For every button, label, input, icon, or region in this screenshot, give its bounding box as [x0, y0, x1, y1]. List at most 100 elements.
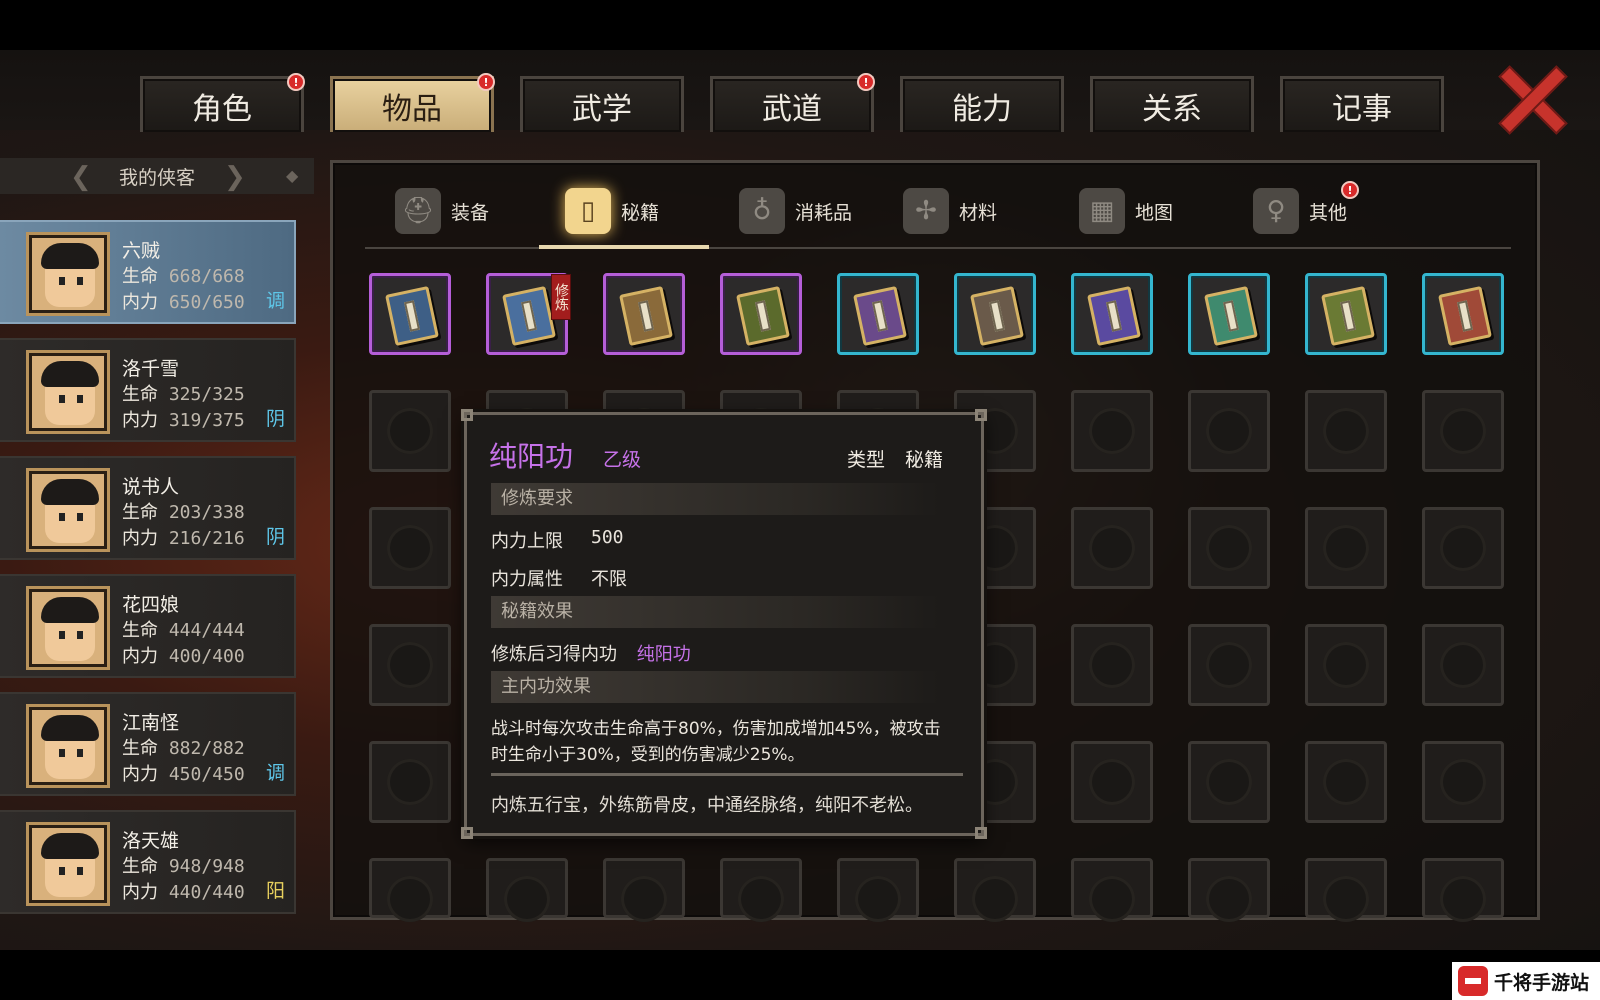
empty-slot[interactable]	[1305, 858, 1387, 922]
empty-slot[interactable]	[486, 858, 568, 922]
section-effect: 秘籍效果	[491, 596, 939, 628]
flavor-text: 内炼五行宝，外练筋骨皮，中通经脉络，纯阳不老松。	[491, 795, 923, 816]
inventory-item-slot[interactable]	[1422, 273, 1504, 355]
empty-slot[interactable]	[369, 624, 451, 706]
character-card[interactable]: 说书人 生命 203/338 内力 216/216 阴	[0, 456, 296, 560]
empty-slot[interactable]	[1071, 858, 1153, 922]
tab-6[interactable]: 记事	[1280, 76, 1444, 132]
avatar-eye	[59, 749, 65, 757]
empty-slot[interactable]	[1422, 390, 1504, 472]
tab-0[interactable]: 角色!	[140, 73, 305, 132]
empty-slot[interactable]	[1188, 741, 1270, 823]
tooltip-corner	[461, 409, 473, 421]
learned-skill: 纯阳功	[636, 644, 691, 665]
tab-5[interactable]: 关系	[1090, 76, 1254, 132]
empty-slot[interactable]	[1422, 741, 1504, 823]
yinyang-attr: 调	[266, 762, 286, 784]
avatar	[26, 822, 110, 906]
empty-slot[interactable]	[1071, 741, 1153, 823]
my-heroes-header: ❮ 我的侠客 ❯ ◆	[0, 158, 314, 194]
category-2[interactable]: ♁ 消耗品	[739, 183, 852, 239]
close-icon[interactable]	[1496, 62, 1566, 132]
empty-slot[interactable]	[369, 858, 451, 922]
mp-stat: 内力 450/450	[122, 764, 245, 785]
category-5[interactable]: ♀ 其他!	[1253, 181, 1359, 239]
character-card[interactable]: 六贼 生命 668/668 内力 650/650 调	[0, 220, 296, 324]
empty-slot[interactable]	[1305, 390, 1387, 472]
inventory-item-slot[interactable]	[1188, 273, 1270, 355]
category-0[interactable]: ⛑ 装备	[395, 183, 489, 239]
inventory-item-slot[interactable]	[954, 273, 1036, 355]
book-label	[754, 300, 772, 332]
misc-pendant-icon: ♀	[1253, 188, 1299, 234]
empty-slot[interactable]	[1188, 507, 1270, 589]
mp-stat: 内力 440/440	[122, 882, 245, 903]
character-card[interactable]: 洛千雪 生命 325/325 内力 319/375 阴	[0, 338, 296, 442]
avatar-hair	[41, 715, 99, 741]
secret-book-icon	[970, 285, 1024, 347]
inventory-item-slot[interactable]	[1071, 273, 1153, 355]
empty-slot[interactable]	[1305, 507, 1387, 589]
avatar	[26, 586, 110, 670]
empty-slot[interactable]	[1188, 858, 1270, 922]
avatar-eye	[77, 513, 83, 521]
main-skill-description: 战斗时每次攻击生命高于80%，伤害加成增加45%，被攻击时生命小于30%，受到的…	[491, 719, 941, 765]
secret-book-icon	[619, 285, 673, 347]
avatar-hair	[41, 597, 99, 623]
empty-slot[interactable]	[1422, 624, 1504, 706]
inventory-item-slot[interactable]	[720, 273, 802, 355]
empty-slot[interactable]	[1422, 858, 1504, 922]
tab-4[interactable]: 能力	[900, 76, 1064, 132]
avatar-hair	[41, 833, 99, 859]
empty-slot[interactable]	[369, 741, 451, 823]
empty-slot[interactable]	[1071, 507, 1153, 589]
inventory-item-slot[interactable]	[369, 273, 451, 355]
empty-slot[interactable]	[369, 390, 451, 472]
character-name: 江南怪	[122, 712, 180, 734]
empty-slot[interactable]	[603, 858, 685, 922]
empty-slot[interactable]	[1188, 390, 1270, 472]
empty-slot[interactable]	[369, 507, 451, 589]
empty-slot[interactable]	[954, 858, 1036, 922]
tab-2[interactable]: 武学	[520, 76, 684, 132]
category-1[interactable]: ▯ 秘籍	[565, 183, 659, 239]
tab-3[interactable]: 武道!	[710, 73, 875, 132]
empty-slot[interactable]	[720, 858, 802, 922]
book-label	[403, 300, 421, 332]
mp-stat: 内力 319/375	[122, 410, 245, 431]
avatar-hair	[41, 479, 99, 505]
avatar	[26, 704, 110, 788]
book-label	[871, 300, 889, 332]
character-card[interactable]: 花四娘 生命 444/444 内力 400/400	[0, 574, 296, 678]
empty-slot[interactable]	[1071, 624, 1153, 706]
avatar-hair	[41, 361, 99, 387]
category-3[interactable]: ✢ 材料	[903, 183, 997, 239]
empty-slot[interactable]	[1305, 624, 1387, 706]
inventory-item-slot[interactable]	[1305, 273, 1387, 355]
empty-slot[interactable]	[1188, 624, 1270, 706]
character-card[interactable]: 洛天雄 生命 948/948 内力 440/440 阳	[0, 810, 296, 914]
watermark-logo-icon	[1458, 966, 1488, 996]
potion-icon: ♁	[739, 188, 785, 234]
avatar-eye	[77, 395, 83, 403]
empty-slot[interactable]	[1071, 390, 1153, 472]
empty-slot[interactable]	[1305, 741, 1387, 823]
inventory-item-slot[interactable]	[837, 273, 919, 355]
category-4[interactable]: ▦ 地图	[1079, 183, 1173, 239]
game-screen: 角色! 物品! 武学 武道! 能力 关系 记事 ❮ 我的侠客 ❯ ◆ 六贼 生命 668/6…	[0, 50, 1600, 950]
tab-1[interactable]: 物品!	[330, 73, 495, 132]
empty-slot[interactable]	[1422, 507, 1504, 589]
inventory-item-slot[interactable]	[603, 273, 685, 355]
inventory-item-slot[interactable]: 修炼	[486, 273, 571, 355]
cultivating-badge: 修炼	[551, 274, 571, 320]
character-name: 洛千雪	[122, 358, 180, 380]
character-card[interactable]: 江南怪 生命 882/882 内力 450/450 调	[0, 692, 296, 796]
secret-book-icon	[385, 285, 439, 347]
tooltip-corner	[975, 409, 987, 421]
secret-book-icon	[502, 285, 556, 347]
empty-slot[interactable]	[837, 858, 919, 922]
hp-stat: 生命 444/444	[122, 620, 245, 641]
req-row: 内力上限 500	[491, 527, 624, 552]
character-name: 洛天雄	[122, 830, 180, 852]
avatar-eye	[59, 277, 65, 285]
